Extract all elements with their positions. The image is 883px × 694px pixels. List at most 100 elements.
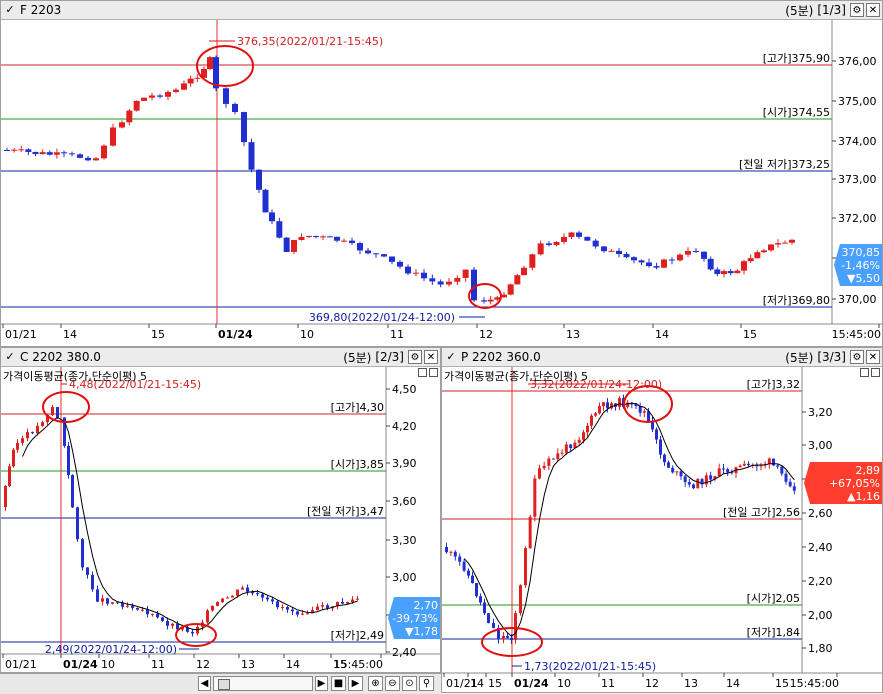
candle-down (788, 481, 792, 487)
futures-candle-chart[interactable]: 376,00375,00374,00373,00372,00371,00370,… (1, 20, 883, 347)
candle-down (262, 189, 269, 213)
candle-up (171, 623, 174, 626)
candle-up (21, 438, 24, 443)
candle-up (449, 551, 453, 553)
candle-up (768, 244, 774, 251)
scroll-track[interactable] (213, 676, 313, 691)
x-tick-label: 10 (557, 677, 571, 690)
candle-up (642, 411, 646, 413)
candle-up (446, 281, 452, 285)
y-tick-label: 370,00 (838, 293, 877, 306)
checkmark-icon[interactable]: ✓ (4, 4, 16, 16)
candle-down (256, 593, 259, 595)
candle-down (483, 602, 486, 614)
x-tick-label: 01/24 (63, 658, 98, 671)
candle-up (306, 613, 309, 615)
candle-up (101, 145, 107, 159)
y-tick-label: 1,80 (808, 642, 833, 655)
candle-down (655, 429, 658, 440)
y-tick-label: 2,00 (808, 609, 833, 622)
candle-up (537, 243, 544, 255)
close-icon[interactable]: ✕ (866, 3, 880, 17)
interval-label[interactable]: (5분) (785, 349, 813, 366)
candle-up (39, 152, 46, 155)
plot-area (1, 20, 832, 324)
candle-down (373, 253, 379, 255)
candle-up (413, 272, 419, 274)
candle-up (685, 250, 691, 255)
badge-change: ▼5,50 (847, 272, 880, 285)
candle-up (514, 613, 517, 641)
zoom-reset-icon[interactable]: ⊙ (402, 676, 417, 691)
x-tick-label: 15 (743, 328, 757, 341)
put-candle-chart[interactable]: 3,203,002,802,602,402,202,001,8001/21141… (442, 367, 883, 693)
candle-down (381, 254, 387, 257)
candle-down (683, 476, 687, 483)
close-icon[interactable]: ✕ (424, 350, 438, 364)
candle-down (106, 598, 109, 604)
close-icon[interactable]: ✕ (866, 350, 880, 364)
candle-down (61, 152, 67, 154)
y-tick-label: 3,90 (392, 457, 417, 470)
candle-up (93, 158, 99, 161)
candle-down (67, 445, 70, 476)
search-icon[interactable]: ⚲ (419, 676, 434, 691)
interval-label[interactable]: (5분) (343, 349, 371, 366)
candle-down (4, 150, 10, 151)
candle-down (32, 151, 39, 155)
panel-maximize-icon[interactable] (871, 368, 880, 377)
peak-annotation-label: 376,35(2022/01/21-15:45) (237, 35, 383, 48)
panel-minimize-icon[interactable] (418, 368, 427, 377)
candle-up (602, 402, 605, 407)
checkmark-icon[interactable]: ✓ (445, 351, 457, 363)
candle-up (4, 485, 7, 507)
settings-icon[interactable]: ⚙ (408, 350, 422, 364)
settings-icon[interactable]: ⚙ (850, 3, 864, 17)
panel-titlebar: ✓ C 2202 380.0 (5분) [2/3] ⚙ ✕ (1, 348, 440, 367)
ma-indicator-label[interactable]: 가격이동평균(종가,단순이평) 5 (3, 368, 147, 384)
candle-up (767, 458, 771, 464)
candle-up (761, 250, 767, 253)
scroll-right-icon[interactable]: ▶ (315, 676, 328, 691)
interval-label[interactable]: (5분) (785, 2, 813, 19)
panel-maximize-icon[interactable] (429, 368, 438, 377)
candle-down (701, 251, 707, 259)
candle-up (661, 259, 667, 268)
candle-up (181, 83, 187, 90)
y-tick-label: 374,00 (838, 135, 877, 148)
candle-down (475, 583, 478, 597)
stop-icon[interactable]: ■ (331, 676, 346, 691)
y-tick-label: 2,60 (808, 507, 833, 520)
scroll-left-icon[interactable]: ◀ (198, 676, 211, 691)
checkmark-icon[interactable]: ✓ (4, 351, 16, 363)
play-forward-icon[interactable]: ▶ (348, 676, 363, 691)
candle-up (789, 239, 795, 243)
candle-up (281, 607, 284, 609)
zoom-in-icon[interactable]: ⊕ (368, 676, 383, 691)
candle-down (714, 269, 721, 275)
put-option-chart-panel: ✓ P 2202 360.0 (5분) [3/3] ⚙ ✕ 3,20 3,00 2,… (441, 347, 883, 693)
x-tick-label: 12 (196, 658, 210, 671)
x-tick-label: 14 (655, 328, 669, 341)
settings-icon[interactable]: ⚙ (850, 350, 864, 364)
candle-down (510, 637, 513, 641)
candle-up (110, 127, 116, 146)
candle-up (356, 598, 359, 600)
candle-up (141, 97, 147, 101)
ma-indicator-label[interactable]: 가격이동평균(종가,단순이평) 5 (444, 368, 588, 384)
y-tick-label: 4,20 (392, 420, 417, 433)
candle-down (91, 574, 94, 590)
candle-up (717, 468, 721, 477)
candle-down (256, 169, 262, 190)
call-candle-chart[interactable]: 4,50 4,20 3,90 3,60 3,30 3,00 2,70 2,40 01/21 01/… (1, 367, 441, 673)
panel-minimize-icon[interactable] (860, 368, 869, 377)
candle-down (283, 237, 290, 252)
badge-percent: +67,05% (829, 477, 880, 490)
candle-up (462, 269, 469, 278)
candle-down (291, 609, 294, 612)
zoom-out-icon[interactable]: ⊖ (385, 676, 400, 691)
reference-label-open: [시가]374,55 (763, 106, 830, 119)
candle-down (96, 589, 99, 602)
chart-title: C 2202 380.0 (20, 350, 101, 364)
candle-down (276, 601, 279, 608)
